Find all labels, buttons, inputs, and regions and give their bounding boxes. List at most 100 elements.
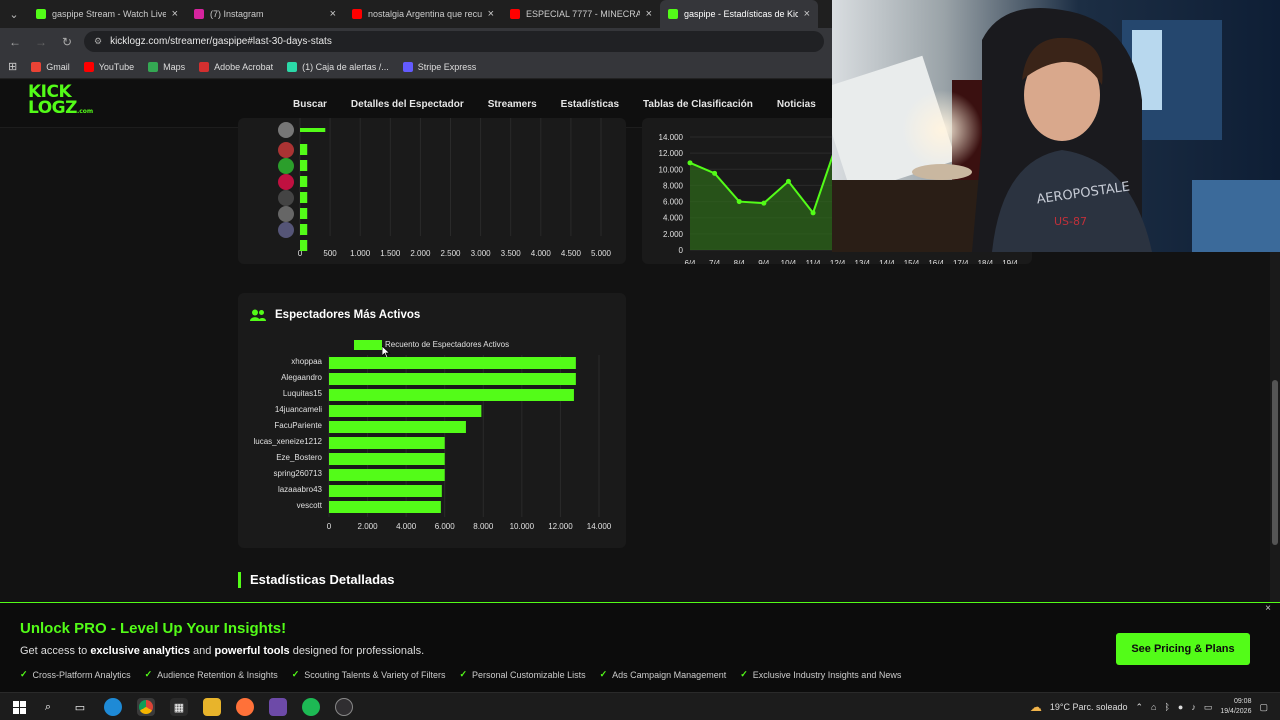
obs-icon[interactable] xyxy=(335,698,353,716)
nav-menu-item[interactable]: Tablas de Clasificación xyxy=(643,99,753,110)
nav-menu-item[interactable]: Streamers xyxy=(488,99,537,110)
bookmark-item[interactable]: YouTube xyxy=(83,61,134,72)
category-label: FacuPariente xyxy=(274,421,322,430)
x-tick-label: 5.000 xyxy=(591,249,612,258)
notifications-icon[interactable]: ▢ xyxy=(1259,702,1268,713)
bar[interactable] xyxy=(300,240,308,251)
bookmark-item[interactable]: Maps xyxy=(148,61,185,72)
bookmark-item[interactable]: Adobe Acrobat xyxy=(199,61,273,72)
category-label: lucas_xeneize1212 xyxy=(254,437,323,446)
spotify-icon[interactable] xyxy=(302,698,320,716)
page-scrollbar-thumb[interactable] xyxy=(1272,380,1278,545)
tab-search-icon[interactable]: ⌄ xyxy=(0,0,28,28)
active-viewers-chart: 0 2.000 4.000 6.000 8.000 10.000 12.000 14.000 x… xyxy=(254,355,612,531)
nav-menu-item[interactable]: Estadísticas xyxy=(561,99,619,110)
browser-tab[interactable]: gaspipe - Estadísticas de Kick × xyxy=(660,0,818,28)
x-tick-label: 19/4 xyxy=(1002,259,1018,264)
browser-tab[interactable]: gaspipe Stream - Watch Live on × xyxy=(28,0,186,28)
bar[interactable] xyxy=(300,144,308,155)
data-point[interactable] xyxy=(785,178,791,184)
bluetooth-icon[interactable]: ᛒ xyxy=(1164,702,1169,712)
edge-icon[interactable] xyxy=(104,698,122,716)
address-bar[interactable]: ⚙ kicklogz.com/streamer/gaspipe#last-30-… xyxy=(84,31,824,52)
bar[interactable] xyxy=(300,192,308,203)
bar[interactable] xyxy=(329,501,441,513)
promo-subtitle: Get access to exclusive analytics and po… xyxy=(20,645,424,657)
tab-close-icon[interactable]: × xyxy=(646,8,652,20)
data-point[interactable] xyxy=(736,199,742,205)
bar[interactable] xyxy=(300,128,326,132)
x-tick-label: 10.000 xyxy=(510,522,535,531)
bookmark-icon xyxy=(31,61,42,72)
file-explorer-icon[interactable] xyxy=(203,698,221,716)
network-icon[interactable]: ▭ xyxy=(1204,702,1213,713)
tab-title: gaspipe - Estadísticas de Kick xyxy=(684,9,798,19)
task-view-icon[interactable]: ▭ xyxy=(71,698,89,716)
store-icon[interactable]: ▦ xyxy=(170,698,188,716)
category-label: xhoppaa xyxy=(291,357,322,366)
data-point[interactable] xyxy=(761,200,767,206)
bar[interactable] xyxy=(300,208,308,219)
browser-tab[interactable]: ESPECIAL 7777 - MINECRAFT: I × xyxy=(502,0,660,28)
bar[interactable] xyxy=(329,437,445,449)
bar[interactable] xyxy=(329,485,442,497)
bookmark-label: Stripe Express xyxy=(417,61,477,72)
chrome-icon[interactable] xyxy=(137,698,155,716)
bar[interactable] xyxy=(329,389,574,401)
browser-tab[interactable]: (7) Instagram × xyxy=(186,0,344,28)
y-tick-label: 0 xyxy=(679,246,684,255)
data-point[interactable] xyxy=(687,160,693,166)
bookmark-item[interactable]: (1) Caja de alertas /... xyxy=(287,61,389,72)
forward-icon[interactable]: → xyxy=(32,33,50,51)
bar[interactable] xyxy=(300,224,308,235)
tab-close-icon[interactable]: × xyxy=(172,8,178,20)
browser-tab[interactable]: nostalgia Argentina que recuer × xyxy=(344,0,502,28)
x-tick-label: 12/4 xyxy=(830,259,846,264)
data-point[interactable] xyxy=(810,210,816,216)
y-tick-label: 12.000 xyxy=(659,149,684,158)
clock-date: 19/4/2026 xyxy=(1220,708,1252,715)
bar[interactable] xyxy=(329,421,466,433)
bar[interactable] xyxy=(329,357,576,369)
nav-menu-item[interactable]: Noticias xyxy=(777,99,816,110)
tray-chevron-icon[interactable]: ⌃ xyxy=(1135,702,1143,713)
kicklogz-logo[interactable]: KICK LOGZ.com xyxy=(28,84,93,121)
mic-icon[interactable]: ● xyxy=(1178,702,1183,712)
back-icon[interactable]: ← xyxy=(6,33,24,51)
bar[interactable] xyxy=(300,160,308,171)
bar[interactable] xyxy=(300,176,308,187)
bar[interactable] xyxy=(329,373,576,385)
bar[interactable] xyxy=(329,469,445,481)
feature-label: Audience Retention & Insights xyxy=(157,669,278,680)
x-tick-label: 10/4 xyxy=(781,259,797,264)
site-info-icon[interactable]: ⚙ xyxy=(94,36,102,47)
bar[interactable] xyxy=(329,405,482,417)
twitch-studio-icon[interactable] xyxy=(269,698,287,716)
nav-menu-item[interactable]: Buscar xyxy=(293,99,327,110)
nav-menu-item[interactable]: Detalles del Espectador xyxy=(351,99,464,110)
tab-close-icon[interactable]: × xyxy=(488,8,494,20)
see-pricing-button[interactable]: See Pricing & Plans xyxy=(1116,633,1250,665)
x-tick-label: 11/4 xyxy=(806,259,822,264)
usb-icon[interactable]: ⌂ xyxy=(1151,702,1156,712)
bookmark-item[interactable]: Gmail xyxy=(31,61,70,72)
bookmark-label: (1) Caja de alertas /... xyxy=(302,61,389,72)
bar[interactable] xyxy=(329,453,445,465)
data-point[interactable] xyxy=(712,170,718,176)
viewer-avatar xyxy=(278,206,294,222)
clock-time: 09:08 xyxy=(1233,698,1252,705)
apps-grid-icon[interactable]: ⊞ xyxy=(8,60,17,73)
search-icon[interactable]: ⌕ xyxy=(39,698,57,716)
tab-close-icon[interactable]: × xyxy=(804,8,810,20)
windows-start-icon[interactable] xyxy=(10,698,28,716)
close-icon[interactable]: × xyxy=(1265,603,1271,614)
volume-icon[interactable]: ♪ xyxy=(1191,702,1196,712)
category-label: Eze_Bostero xyxy=(276,453,322,462)
tab-favicon-icon xyxy=(668,9,678,19)
tab-close-icon[interactable]: × xyxy=(330,8,336,20)
reload-icon[interactable]: ↻ xyxy=(58,33,76,51)
firefox-icon[interactable] xyxy=(236,698,254,716)
clock[interactable]: 09:08 19/4/2026 xyxy=(1220,697,1251,717)
feature-item: ✓ Cross-Platform Analytics xyxy=(20,669,131,680)
bookmark-item[interactable]: Stripe Express xyxy=(402,61,477,72)
